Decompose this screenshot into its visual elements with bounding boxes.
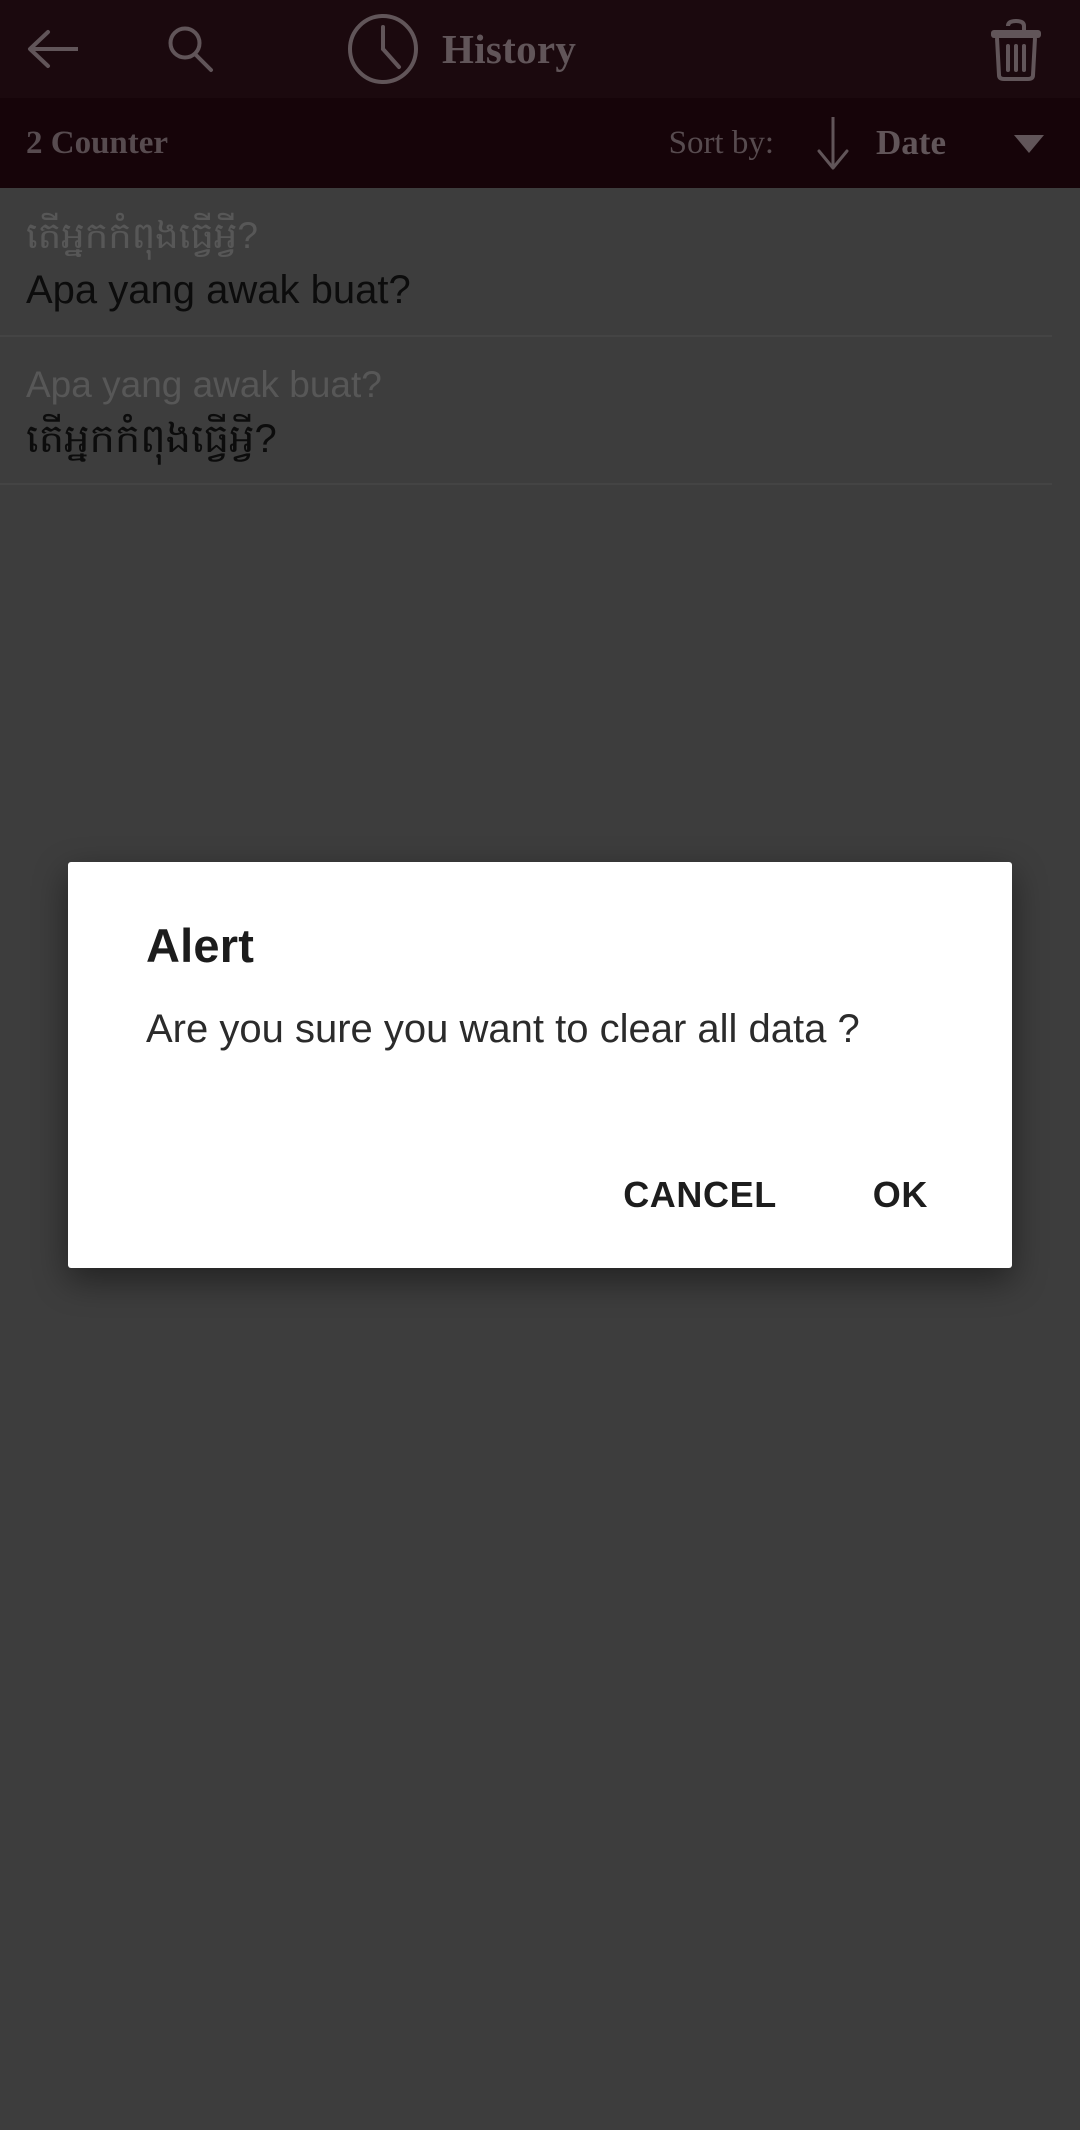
dialog-message: Are you sure you want to clear all data … <box>146 1007 860 1051</box>
alert-dialog: Alert Are you sure you want to clear all… <box>68 862 1012 1268</box>
cancel-button[interactable]: CANCEL <box>601 1158 799 1232</box>
dialog-title: Alert <box>146 919 255 972</box>
dialog-actions: CANCEL OK <box>601 1158 966 1232</box>
ok-button[interactable]: OK <box>851 1158 950 1232</box>
